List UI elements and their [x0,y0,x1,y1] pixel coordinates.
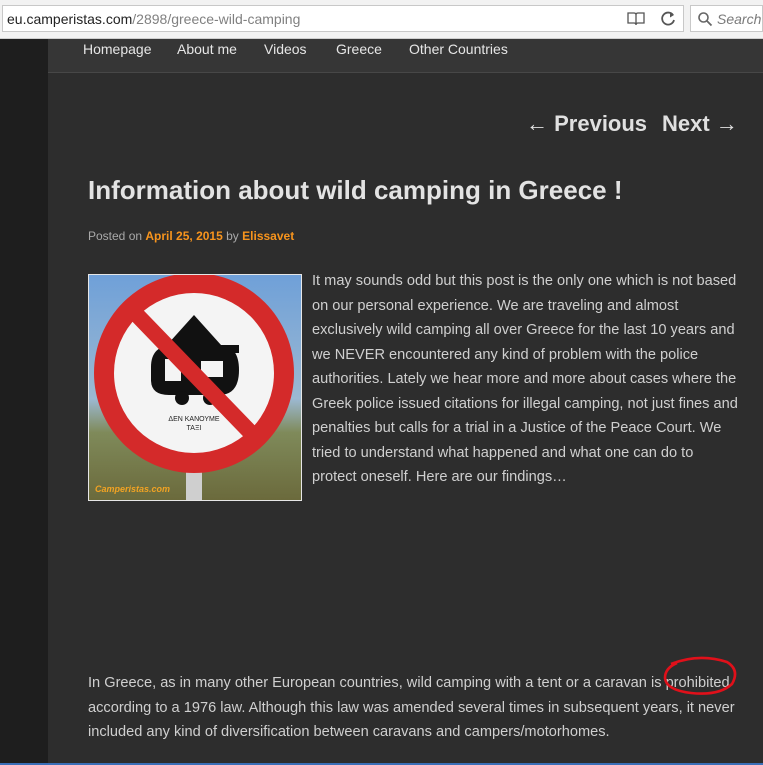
sign-text-line2: ΤΑΞΙ [187,425,202,432]
posted-on-label: Posted on [88,229,143,243]
reader-view-icon[interactable] [627,11,645,27]
search-placeholder: Search [717,11,762,27]
main-nav: Homepage About me Videos Greece Other Co… [48,39,763,73]
author-link[interactable]: Elissavet [242,229,294,243]
next-post-link[interactable]: Next → [662,111,738,137]
sign-text-line1: ΔΕΝ ΚΑΝΟΥΜΕ [168,416,219,423]
url-text[interactable]: eu.camperistas.com/2898/greece-wild-camp… [7,11,300,27]
highlighted-word: prohibited [665,675,730,691]
body-paragraph: In Greece, as in many other European cou… [88,671,748,745]
address-bar[interactable]: eu.camperistas.com/2898/greece-wild-camp… [2,5,684,32]
page-content: Homepage About me Videos Greece Other Co… [48,39,763,765]
post-excerpt: It may sounds odd but this post is the o… [312,269,740,490]
reload-icon[interactable] [659,10,677,28]
post-date-link[interactable]: April 25, 2015 [145,229,222,243]
post-meta: Posted on April 25, 2015 by Elissavet [88,229,294,243]
search-icon [698,12,713,27]
nav-item-about-me[interactable]: About me [177,41,237,57]
nav-item-greece[interactable]: Greece [336,41,382,57]
nav-item-other-countries[interactable]: Other Countries [409,41,508,57]
previous-post-link[interactable]: ← Previous [526,111,647,137]
no-camping-sign-image: ΔΕΝ ΚΑΝΟΥΜΕ ΤΑΞΙ Camperistas.com [89,275,301,500]
body-text-before: In Greece, as in many other European cou… [88,675,666,691]
nav-item-homepage[interactable]: Homepage [83,41,152,57]
search-box[interactable]: Search [690,5,763,32]
post-image[interactable]: ΔΕΝ ΚΑΝΟΥΜΕ ΤΑΞΙ Camperistas.com [88,274,302,501]
by-label: by [226,229,239,243]
nav-item-videos[interactable]: Videos [264,41,307,57]
excerpt-text: It may sounds odd but this post is the o… [312,273,738,485]
body-text-after: according to a 1976 law. Although this l… [88,699,735,741]
left-margin [0,39,48,765]
watermark: Camperistas.com [95,484,170,494]
post-body: In Greece, as in many other European cou… [88,671,748,745]
post-title[interactable]: Information about wild camping in Greece… [88,175,623,206]
browser-toolbar: eu.camperistas.com/2898/greece-wild-camp… [0,0,763,39]
